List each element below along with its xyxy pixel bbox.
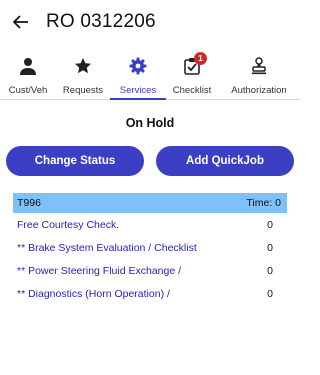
job-name: ** Diagnostics (Horn Operation) / (17, 287, 170, 300)
job-value: 0 (267, 264, 273, 277)
list-item[interactable]: Free Courtesy Check. 0 (13, 213, 287, 236)
tab-bar: Cust/Veh Requests Services 1 Checklist A… (0, 50, 300, 100)
job-header-row[interactable]: T996 Time: 0 (13, 193, 287, 213)
notification-badge: 1 (194, 52, 207, 65)
job-list: T996 Time: 0 Free Courtesy Check. 0 ** B… (13, 193, 287, 305)
status-text: On Hold (125, 116, 175, 130)
app-header: RO 0312206 (0, 0, 300, 46)
person-icon (19, 54, 37, 78)
job-code: T996 (17, 197, 41, 209)
tab-services[interactable]: Services (110, 50, 166, 100)
job-value: 0 (267, 287, 273, 300)
gear-icon (129, 54, 147, 78)
job-time: Time: 0 (246, 197, 281, 209)
tab-authorization[interactable]: Authorization (218, 50, 300, 99)
tab-requests[interactable]: Requests (56, 50, 110, 99)
tab-label: Checklist (172, 85, 212, 96)
tab-checklist[interactable]: 1 Checklist (166, 50, 218, 99)
job-value: 0 (267, 241, 273, 254)
add-quickjob-button[interactable]: Add QuickJob (156, 146, 294, 176)
tab-label: Authorization (231, 85, 287, 96)
tab-label: Services (119, 85, 157, 96)
job-name: ** Power Steering Fluid Exchange / (17, 264, 182, 277)
job-value: 0 (267, 218, 273, 231)
tab-label: Cust/Veh (8, 85, 48, 96)
list-item[interactable]: ** Diagnostics (Horn Operation) / 0 (13, 282, 287, 305)
tab-label: Requests (62, 85, 104, 96)
arrow-left-icon (13, 15, 28, 29)
stamp-icon (250, 54, 268, 78)
change-status-button[interactable]: Change Status (6, 146, 144, 176)
star-icon (74, 54, 92, 78)
job-name: Free Courtesy Check. (17, 218, 120, 231)
back-button[interactable] (10, 11, 32, 33)
job-name: ** Brake System Evaluation / Checklist (17, 241, 197, 254)
page-title: RO 0312206 (46, 11, 156, 32)
list-item[interactable]: ** Brake System Evaluation / Checklist 0 (13, 236, 287, 259)
tab-cust-veh[interactable]: Cust/Veh (0, 50, 56, 99)
list-item[interactable]: ** Power Steering Fluid Exchange / 0 (13, 259, 287, 282)
